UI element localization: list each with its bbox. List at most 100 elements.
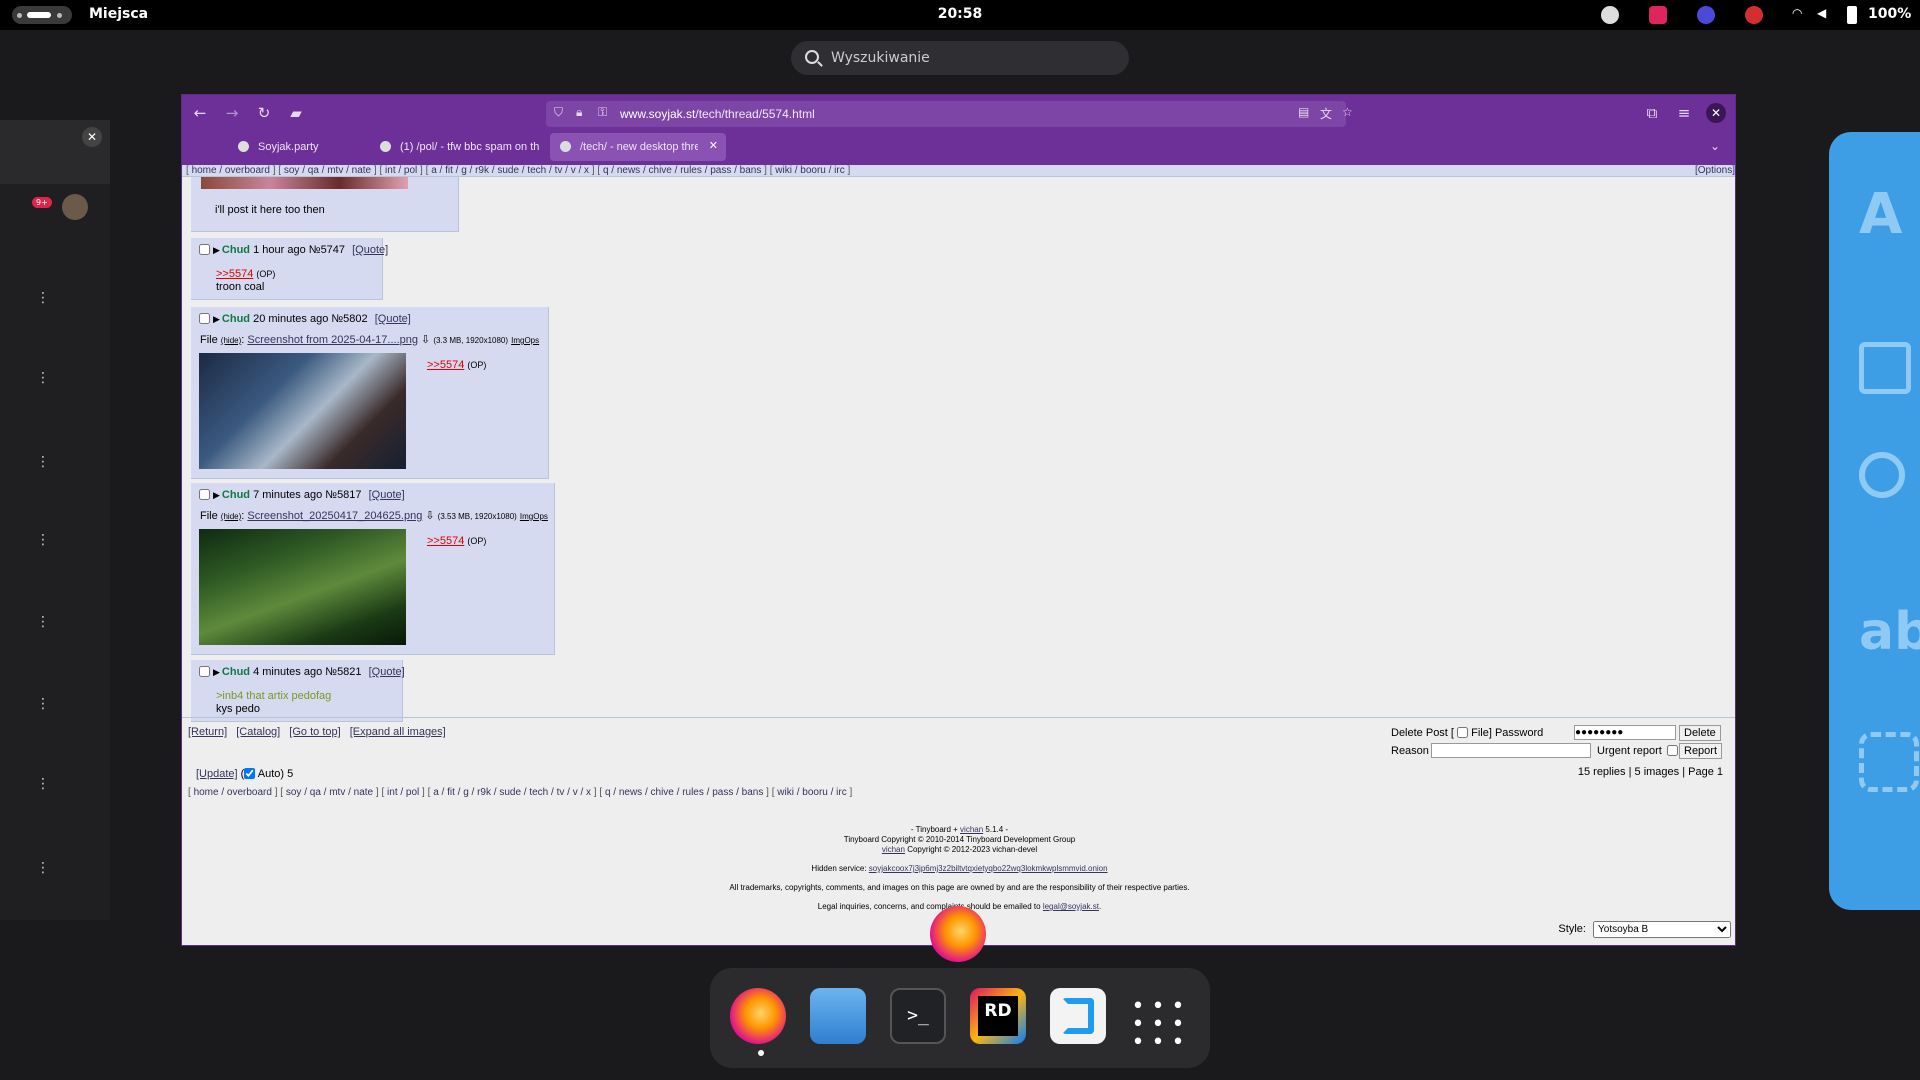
more-options-icon[interactable]: ⋮: [36, 290, 50, 306]
rider-icon[interactable]: RD: [970, 988, 1026, 1044]
post-image-thumbnail[interactable]: [199, 353, 406, 469]
imgops-link[interactable]: ImgOps: [511, 336, 539, 345]
imgops-link[interactable]: ImgOps: [520, 512, 548, 521]
catalog-link[interactable]: [Catalog]: [236, 726, 280, 738]
close-icon[interactable]: ✕: [1706, 103, 1726, 123]
hamburger-menu-icon[interactable]: ≡: [1674, 103, 1694, 123]
auto-update-checkbox[interactable]: [244, 768, 256, 779]
vscode-icon[interactable]: [1050, 988, 1106, 1044]
hide-file-link[interactable]: (hide): [221, 512, 241, 521]
options-link[interactable]: [Options]: [1695, 165, 1735, 177]
password-field[interactable]: [1574, 725, 1676, 740]
volume-icon[interactable]: ◀: [1817, 6, 1835, 24]
bookmark-star-icon[interactable]: ☆: [1342, 105, 1353, 119]
board-group[interactable]: q / news / chive / rules / pass / bans: [603, 165, 761, 176]
expand-all-images-link[interactable]: [Expand all images]: [350, 726, 446, 738]
board-group[interactable]: q / news / chive / rules / pass / bans: [605, 787, 763, 798]
delete-button[interactable]: Delete: [1679, 725, 1721, 741]
more-options-icon[interactable]: ⋮: [36, 614, 50, 630]
style-dropdown[interactable]: Yotsoyba B: [1593, 921, 1731, 938]
post-image-thumbnail[interactable]: [201, 177, 408, 189]
board-group[interactable]: wiki / booru / irc: [777, 787, 846, 798]
board-group[interactable]: home / overboard: [192, 165, 270, 176]
key-icon[interactable]: ⚿: [598, 105, 607, 120]
shield-icon[interactable]: ⛉: [554, 105, 563, 120]
post-menu-triangle-icon[interactable]: ▶: [213, 490, 220, 500]
search-input[interactable]: [831, 47, 1111, 69]
wifi-icon[interactable]: ◠: [1792, 6, 1810, 24]
steam-tray-icon[interactable]: [1601, 6, 1619, 24]
extensions-puzzle-icon[interactable]: ⧉: [1642, 103, 1662, 123]
terminal-icon[interactable]: >_: [890, 988, 946, 1044]
reason-field[interactable]: [1431, 743, 1591, 758]
tab-tech-active[interactable]: /tech/ - new desktop thre ✕: [550, 133, 726, 161]
post-select-checkbox[interactable]: [199, 244, 210, 255]
more-options-icon[interactable]: ⋮: [36, 776, 50, 792]
vichan-link[interactable]: vichan: [960, 825, 983, 834]
board-group[interactable]: a / fit / g / r9k / sude / tech / tv / v…: [431, 165, 589, 176]
board-group[interactable]: a / fit / g / r9k / sude / tech / tv / v…: [433, 787, 591, 798]
url-bar[interactable]: ⛉ 🔒︎ ⚿ www.soyjak.st/tech/thread/5574.ht…: [546, 101, 1353, 127]
tab-pol[interactable]: (1) /pol/ - tfw bbc spam on th: [370, 133, 546, 161]
more-options-icon[interactable]: ⋮: [36, 860, 50, 876]
post-select-checkbox[interactable]: [199, 666, 210, 677]
post-select-checkbox[interactable]: [199, 313, 210, 324]
post-menu-triangle-icon[interactable]: ▶: [213, 245, 220, 255]
board-group[interactable]: wiki / booru / irc: [775, 165, 844, 176]
board-group[interactable]: int / pol: [387, 787, 419, 798]
post-number[interactable]: №5802: [331, 313, 367, 325]
reader-mode-icon[interactable]: ▤: [1298, 105, 1309, 119]
post-number[interactable]: №5817: [325, 489, 361, 501]
hidden-service-link[interactable]: soyjakcoox7j3jp6mj3z2biltvtqxietyqbo22wq…: [869, 864, 1108, 873]
close-tab-icon[interactable]: ✕: [709, 139, 718, 152]
more-options-icon[interactable]: ⋮: [36, 532, 50, 548]
go-to-top-link[interactable]: [Go to top]: [289, 726, 340, 738]
reload-icon[interactable]: ↻: [254, 103, 274, 123]
reply-link[interactable]: >>5574: [427, 535, 464, 547]
more-options-icon[interactable]: ⋮: [36, 696, 50, 712]
report-button[interactable]: Report: [1679, 743, 1723, 759]
post-menu-triangle-icon[interactable]: ▶: [213, 314, 220, 324]
post-number[interactable]: №5747: [309, 244, 345, 256]
url-text[interactable]: www.soyjak.st/tech/thread/5574.html: [620, 107, 815, 121]
clock[interactable]: 20:58: [0, 6, 1920, 22]
forward-icon[interactable]: →: [222, 103, 242, 123]
download-icon[interactable]: ⇩: [425, 510, 434, 522]
reply-link[interactable]: >>5574: [427, 359, 464, 371]
board-group[interactable]: soy / qa / mtv / nate: [284, 165, 371, 176]
return-link[interactable]: [Return]: [188, 726, 227, 738]
firefox-icon[interactable]: [730, 988, 786, 1044]
quote-link[interactable]: [Quote]: [375, 313, 411, 325]
overview-search[interactable]: [791, 41, 1129, 75]
quote-link[interactable]: [Quote]: [352, 244, 388, 256]
background-window-left[interactable]: ✕ 9+ ⋮ ⋮ ⋮ ⋮ ⋮ ⋮ ⋮ ⋮: [0, 120, 110, 920]
chevron-down-icon[interactable]: ⌄: [1710, 139, 1720, 153]
file-name-link[interactable]: Screenshot from 2025-04-17....png: [247, 334, 418, 346]
legal-email-link[interactable]: legal@soyjak.st: [1043, 902, 1099, 911]
urgent-report-checkbox[interactable]: [1667, 745, 1678, 756]
app-grid-icon[interactable]: • • • • • • • • •: [1130, 988, 1186, 1054]
mail-tray-icon[interactable]: [1745, 6, 1763, 24]
settings-tray-icon[interactable]: [1697, 6, 1715, 24]
quote-link[interactable]: [Quote]: [369, 489, 405, 501]
firefox-drag-icon[interactable]: [930, 906, 986, 962]
app-tray-icon[interactable]: [1649, 6, 1667, 24]
translate-icon[interactable]: 文: [1320, 105, 1332, 122]
close-icon[interactable]: ✕: [82, 127, 102, 147]
vichan-link[interactable]: vichan: [882, 845, 905, 854]
board-group[interactable]: int / pol: [385, 165, 417, 176]
board-group[interactable]: home / overboard: [194, 787, 272, 798]
update-link[interactable]: [Update]: [196, 768, 238, 780]
extension-icon[interactable]: ▰: [286, 103, 306, 123]
delete-file-checkbox[interactable]: [1457, 727, 1469, 738]
hide-file-link[interactable]: (hide): [221, 336, 241, 345]
more-options-icon[interactable]: ⋮: [36, 454, 50, 470]
more-options-icon[interactable]: ⋮: [36, 370, 50, 386]
reply-link[interactable]: >>5574: [216, 268, 253, 280]
post-number[interactable]: №5821: [325, 666, 361, 678]
avatar[interactable]: [62, 194, 88, 220]
lock-icon[interactable]: 🔒︎: [576, 105, 582, 120]
background-window-right[interactable]: A ab: [1829, 132, 1920, 910]
post-image-thumbnail[interactable]: [199, 529, 406, 645]
post-menu-triangle-icon[interactable]: ▶: [213, 667, 220, 677]
